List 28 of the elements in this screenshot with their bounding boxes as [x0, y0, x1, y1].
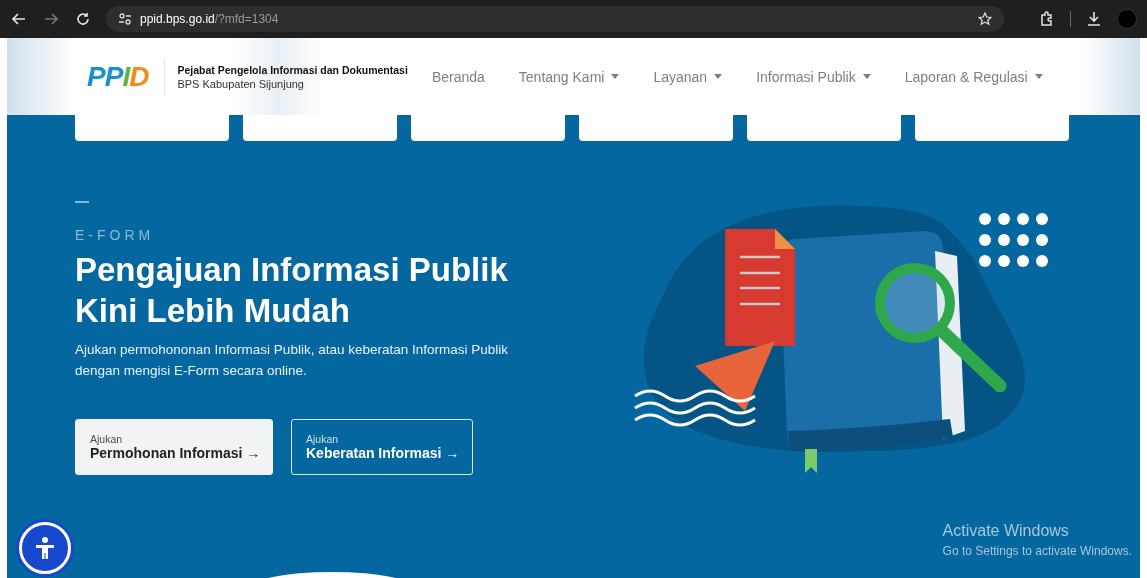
- nav-link[interactable]: Layanan: [653, 68, 723, 85]
- star-icon[interactable]: [978, 12, 992, 26]
- ppid-logo[interactable]: PPID: [87, 58, 166, 95]
- activation-notice-title: Activate Windows: [942, 522, 1070, 540]
- url-text: ppid.bps.go.id/?mfd=1304: [140, 12, 279, 26]
- caret-icon: [611, 74, 620, 79]
- eyebrow-label: E-FORM: [75, 227, 156, 243]
- nav-link[interactable]: Informasi Publik: [756, 68, 871, 85]
- download-button[interactable]: [1085, 10, 1103, 28]
- site-settings-icon[interactable]: [118, 13, 132, 25]
- nav-link[interactable]: Tentang Kami: [518, 68, 620, 85]
- hero-description: Ajukan permohononan Informasi Publik, atau keberatan Informasi Publik dengan mengisi E-Form secara online.: [75, 341, 509, 380]
- nav-link[interactable]: Beranda: [431, 68, 485, 85]
- eform-button[interactable]: Ajukan Permohonan Informasi →: [75, 419, 273, 475]
- org-subtitle: BPS Kabupaten Sijunjung: [177, 77, 305, 90]
- accent-dash: [75, 201, 89, 203]
- activation-notice-message: Go to Settings to activate Windows.: [942, 544, 1132, 558]
- nav-link[interactable]: Laporan & Regulasi: [904, 68, 1043, 85]
- accessibility-button[interactable]: [19, 522, 71, 574]
- eform-button[interactable]: Ajukan Keberatan Informasi →: [291, 419, 473, 475]
- address-bar[interactable]: ppid.bps.go.id/?mfd=1304: [106, 6, 1004, 32]
- org-title: Pejabat Pengelola Informasi dan Dokumentasi: [177, 63, 408, 76]
- reload-button[interactable]: [74, 10, 92, 28]
- caret-icon: [1034, 74, 1043, 79]
- hero-title: Pengajuan Informasi Publik: [75, 250, 509, 290]
- caret-icon: [714, 74, 723, 79]
- caret-icon: [862, 74, 871, 79]
- hero-title: Kini Lebih Mudah: [75, 291, 351, 331]
